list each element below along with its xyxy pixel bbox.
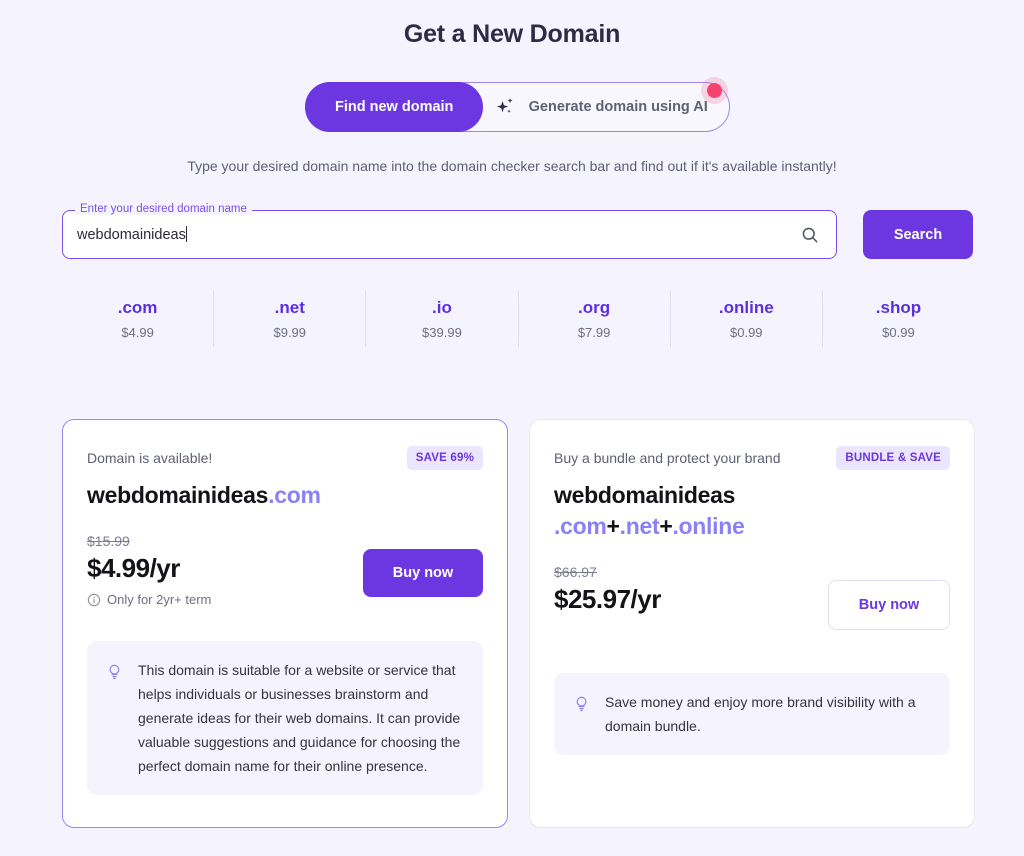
tld-price: $7.99 <box>577 325 611 340</box>
mode-toggle[interactable]: Find new domain Generate domain using AI <box>305 82 730 132</box>
domain-search-page: Get a New Domain Find new domain Generat… <box>0 0 1024 856</box>
bundle-tld-2: .net <box>619 513 660 539</box>
result-price-old: $15.99 <box>87 533 130 549</box>
tld-price: $0.99 <box>730 325 763 340</box>
tld-price: $4.99 <box>121 325 154 340</box>
tld-name: .shop <box>875 298 922 317</box>
tab-generate-domain-ai-label: Generate domain using AI <box>528 99 708 115</box>
tld-item[interactable]: .shop $0.99 <box>823 291 974 347</box>
bundle-price-block: $66.97 $25.97/yr Buy now <box>554 564 950 630</box>
result-domain-tld: .com <box>268 482 321 508</box>
tld-price: $39.99 <box>422 325 462 340</box>
bundle-plus-1: + <box>606 513 620 539</box>
ai-sparkle-icon <box>495 96 517 118</box>
lightbulb-icon <box>105 660 124 680</box>
tld-item[interactable]: .org $7.99 <box>519 291 671 347</box>
result-domain-sld: webdomainideas <box>87 482 269 508</box>
tld-item[interactable]: .net $9.99 <box>214 291 367 347</box>
bundle-price-old: $66.97 <box>554 564 597 580</box>
tld-name: .com <box>117 298 158 317</box>
tld-item[interactable]: .io $39.99 <box>366 291 519 347</box>
lightbulb-icon <box>572 692 591 712</box>
bundle-tip-box: Save money and enjoy more brand visibili… <box>554 673 950 756</box>
search-input-value[interactable]: webdomainideas <box>63 226 800 243</box>
bundle-plus-2: + <box>659 513 673 539</box>
search-input[interactable]: Enter your desired domain name webdomain… <box>62 203 837 259</box>
tld-item[interactable]: .com $4.99 <box>62 291 215 347</box>
search-input-label: Enter your desired domain name <box>75 203 252 215</box>
tab-generate-domain-ai[interactable]: Generate domain using AI <box>483 82 729 132</box>
bundle-tip-text: Save money and enjoy more brand visibili… <box>605 694 916 735</box>
tld-name: .net <box>274 298 305 317</box>
domain-result-card: Domain is available! SAVE 69% webdomaini… <box>62 419 508 828</box>
tld-price-row: .com $4.99 .net $9.99 .io $39.99 .org $7… <box>62 291 974 347</box>
bundle-offer-card: Buy a bundle and protect your brand BUND… <box>529 419 975 828</box>
bundle-tld-3: .online <box>672 513 745 539</box>
tld-name: .io <box>432 298 452 317</box>
result-price-note-text: Only for 2yr+ term <box>107 592 212 607</box>
bundle-domain-name: webdomainideas <box>554 482 736 508</box>
result-domain-name: webdomainideas.com <box>87 484 483 507</box>
result-tip-text: This domain is suitable for a website or… <box>138 662 461 775</box>
tld-name: .online <box>718 298 774 317</box>
tld-name: .org <box>578 298 611 317</box>
tld-price: $0.99 <box>882 325 915 340</box>
bundle-buy-now-button[interactable]: Buy now <box>828 580 950 630</box>
search-button[interactable]: Search <box>863 210 973 259</box>
info-icon <box>87 593 101 607</box>
result-price-block: $15.99 $4.99/yr Only for 2yr+ term Buy n… <box>87 533 483 607</box>
tab-find-new-domain[interactable]: Find new domain <box>305 82 484 132</box>
page-title: Get a New Domain <box>403 20 621 48</box>
bundle-tld-1: .com <box>554 513 607 539</box>
text-caret <box>185 226 187 242</box>
result-tip-box: This domain is suitable for a website or… <box>87 641 483 796</box>
availability-text: Domain is available! <box>87 450 213 466</box>
result-card-header: Domain is available! SAVE 69% <box>87 446 483 470</box>
save-badge: SAVE 69% <box>406 446 483 470</box>
new-feature-dot-icon <box>701 77 728 104</box>
bundle-badge: BUNDLE & SAVE <box>836 446 950 470</box>
bundle-tld-list: .com+.net+.online <box>554 515 950 538</box>
tld-item[interactable]: .online $0.99 <box>671 291 823 347</box>
bundle-card-header: Buy a bundle and protect your brand BUND… <box>554 446 950 470</box>
buy-now-button[interactable]: Buy now <box>363 549 483 597</box>
tld-price: $9.99 <box>273 325 307 340</box>
search-input-text: webdomainideas <box>77 227 186 243</box>
bundle-eyebrow-text: Buy a bundle and protect your brand <box>554 450 781 466</box>
page-subtitle: Type your desired domain name into the d… <box>187 158 837 174</box>
search-icon[interactable] <box>800 225 820 245</box>
